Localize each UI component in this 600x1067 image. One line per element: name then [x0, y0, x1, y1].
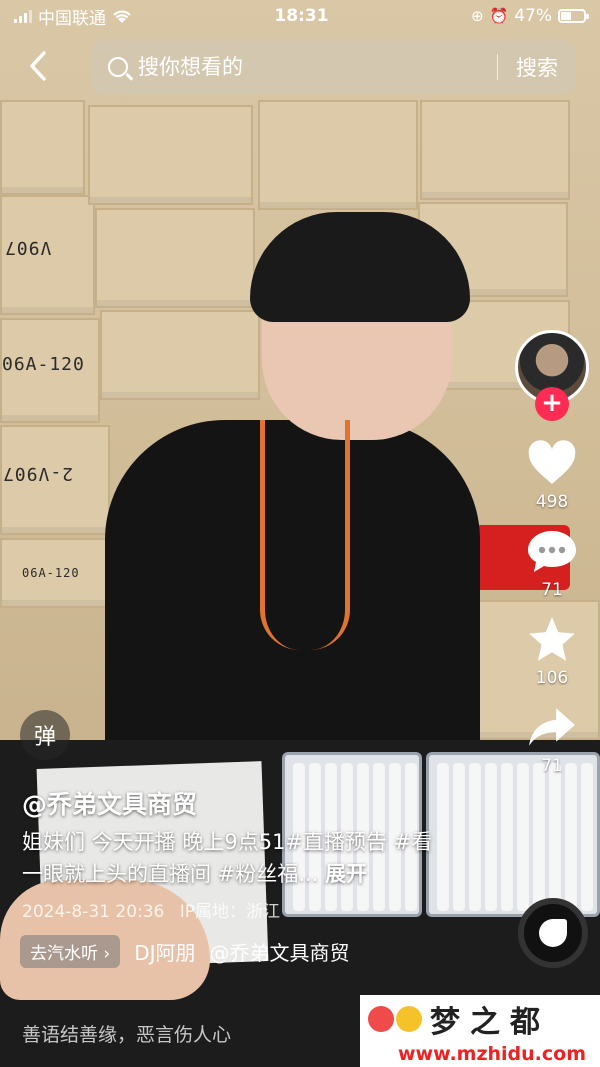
post-date: 2024-8-31 20:36: [22, 902, 165, 922]
alarm-icon: ⏰: [489, 7, 509, 25]
avatar[interactable]: +: [515, 330, 589, 421]
danmu-toggle[interactable]: 弹: [20, 710, 70, 760]
box-label: 2-V907: [2, 463, 74, 484]
share-button[interactable]: 71: [525, 702, 579, 776]
wifi-icon: [113, 10, 131, 23]
action-rail: + 498 71 106 71: [512, 330, 592, 776]
like-count: 498: [535, 492, 569, 512]
box-label: 06A-120: [22, 566, 80, 580]
video-caption[interactable]: 姐妹们 今天开播 晚上9点51#直播预告 #看一眼就上头的直播间 #粉丝福...…: [22, 826, 452, 890]
comment-input[interactable]: 善语结善缘，恶言伤人心: [22, 1020, 231, 1047]
box-label: V907: [4, 237, 52, 258]
cardboard-box: [258, 100, 418, 210]
rotation-lock-icon: ⊕: [470, 7, 484, 25]
comment-count: 71: [541, 580, 563, 600]
music-app-chip[interactable]: 去汽水听 ›: [20, 935, 121, 968]
post-meta: 2024-8-31 20:36 IP属地：浙江: [22, 897, 280, 922]
watermark: 梦之都 www.mzhidu.com: [360, 995, 600, 1067]
caption-text: 姐妹们 今天开播 晚上9点51#直播预告 #看一眼就上头的直播间 #粉丝福...: [22, 830, 433, 886]
favorite-count: 106: [535, 668, 569, 688]
lanyard: [260, 420, 350, 650]
back-button[interactable]: [22, 48, 54, 84]
back-icon: [30, 51, 46, 81]
status-bar: 中国联通 18:31 ⊕ ⏰ 47%: [0, 0, 600, 32]
favorite-button[interactable]: 106: [525, 614, 579, 688]
search-bar[interactable]: 搜索: [90, 40, 576, 94]
music-author[interactable]: @乔弟文具商贸: [210, 937, 350, 966]
signal-icon: [14, 9, 32, 23]
search-icon: [108, 57, 128, 77]
cardboard-box: [95, 208, 255, 308]
share-icon: [529, 708, 575, 746]
box-label: 06A-120: [2, 354, 85, 375]
cardboard-box: 2-V907: [0, 425, 110, 535]
share-count: 71: [541, 756, 563, 776]
post-ip: IP属地：浙江: [179, 902, 281, 922]
battery-percent: 47%: [514, 6, 552, 26]
search-button[interactable]: 搜索: [516, 52, 558, 82]
watermark-url: www.mzhidu.com: [398, 1043, 587, 1065]
search-input[interactable]: [138, 55, 479, 79]
cardboard-box: [88, 105, 253, 205]
author-avatar-item[interactable]: +: [515, 330, 589, 421]
cardboard-box: V907: [0, 195, 95, 315]
carrier-name: 中国联通: [38, 8, 106, 29]
cardboard-box: 06A-120: [0, 318, 100, 423]
like-button[interactable]: 498: [525, 438, 579, 512]
star-icon: [529, 617, 575, 661]
search-divider: [497, 54, 498, 80]
cardboard-box: [0, 100, 85, 195]
music-row: 去汽水听 › DJ阿朋 @乔弟文具商贸: [20, 935, 350, 968]
follow-button[interactable]: +: [535, 387, 569, 421]
music-name[interactable]: DJ阿朋: [134, 937, 195, 966]
comment-button[interactable]: 71: [525, 526, 579, 600]
clock-time: 18:31: [274, 6, 329, 26]
music-disc-icon: [539, 919, 567, 947]
comment-icon: [528, 531, 576, 572]
marker-case: [426, 752, 600, 917]
heart-icon: [528, 440, 576, 484]
cardboard-box: [100, 310, 260, 400]
battery-icon: [558, 9, 589, 23]
cardboard-box: 06A-120: [0, 538, 110, 608]
cardboard-box: [420, 100, 570, 200]
music-app-chip-label: 去汽水听: [30, 944, 98, 964]
music-disc[interactable]: [518, 898, 588, 968]
watermark-title: 梦之都: [430, 1005, 550, 1040]
watermark-logo: [368, 1006, 422, 1032]
expand-link[interactable]: 展开: [325, 862, 367, 886]
author-name[interactable]: @乔弟文具商贸: [22, 785, 197, 821]
